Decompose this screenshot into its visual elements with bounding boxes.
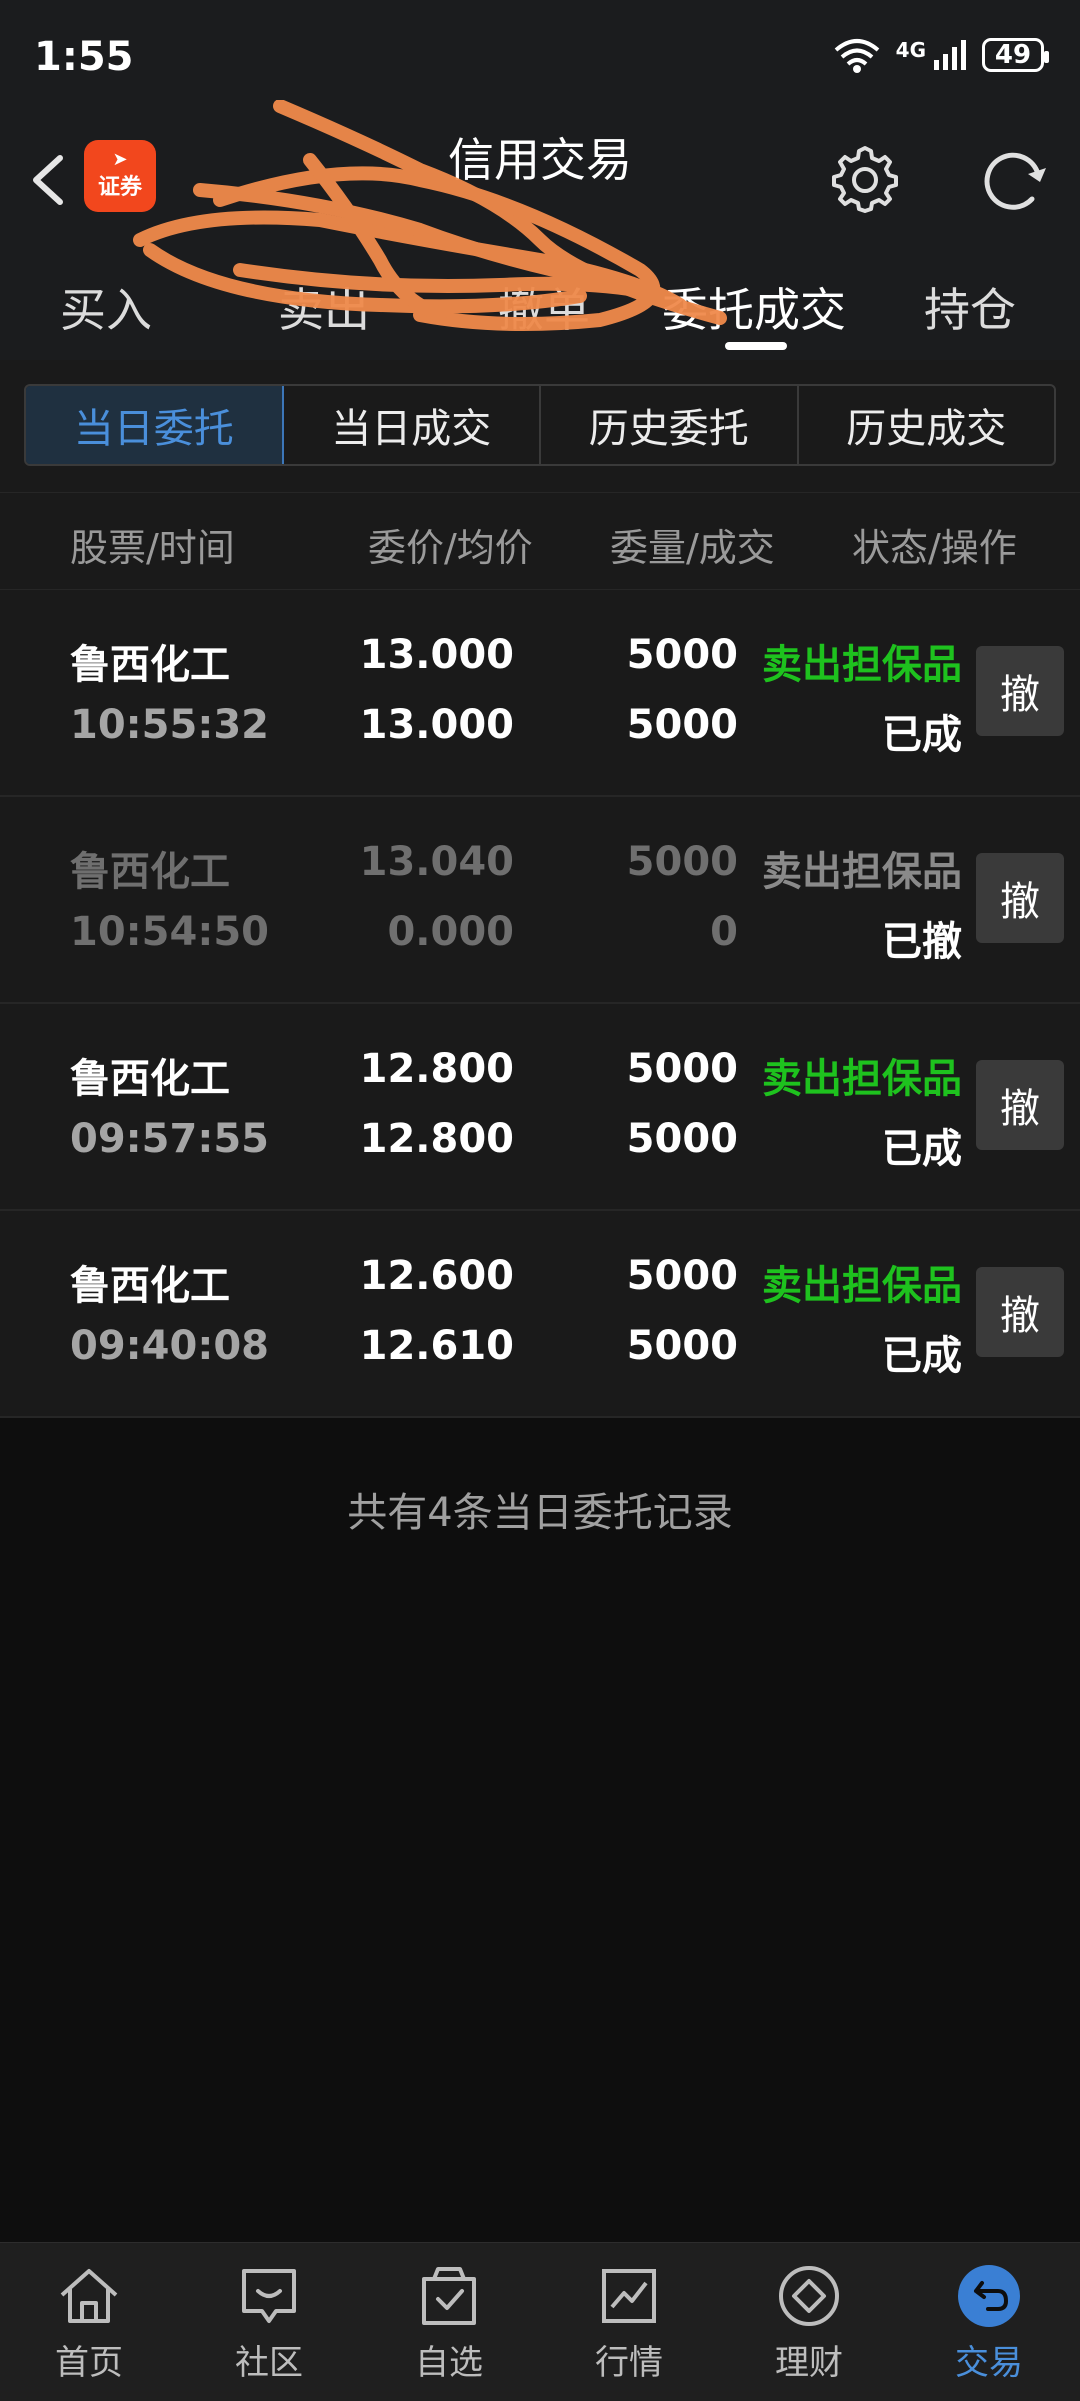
column-status-action: 状态/操作 bbox=[852, 526, 1017, 570]
order-status: 已成 bbox=[882, 1333, 962, 1379]
nav-label: 首页 bbox=[55, 2343, 123, 2383]
top-bar: ➤ 证券 信用交易 bbox=[0, 110, 1080, 250]
segment-today-orders[interactable]: 当日委托 bbox=[26, 386, 284, 464]
nav-label: 社区 bbox=[235, 2343, 303, 2383]
order-price: 12.800 bbox=[359, 1046, 514, 1092]
wealth-diamond-icon bbox=[779, 2266, 839, 2326]
cancel-order-button[interactable]: 撤 bbox=[976, 853, 1064, 943]
tab-sell[interactable]: 卖出 bbox=[278, 274, 370, 340]
gear-icon[interactable] bbox=[830, 144, 900, 214]
tab-orders-trades[interactable]: 委托成交 bbox=[662, 274, 846, 340]
watchlist-bag-icon bbox=[422, 2267, 476, 2325]
battery-indicator: 49 bbox=[982, 38, 1049, 72]
nav-trade[interactable]: 交易 bbox=[924, 2261, 1054, 2384]
average-price: 13.000 bbox=[359, 702, 514, 748]
order-time: 10:55:32 bbox=[70, 702, 269, 748]
table-row[interactable]: 鲁西化工 09:40:08 12.600 12.610 5000 5000 卖出… bbox=[0, 1211, 1080, 1418]
refresh-icon[interactable] bbox=[976, 144, 1052, 214]
order-quantity: 5000 bbox=[626, 1046, 738, 1092]
average-price: 12.800 bbox=[359, 1116, 514, 1162]
column-price-avg: 委价/均价 bbox=[368, 526, 533, 570]
nav-label: 行情 bbox=[595, 2343, 663, 2383]
nav-market[interactable]: 行情 bbox=[564, 2261, 694, 2384]
nav-label: 自选 bbox=[415, 2343, 483, 2383]
signal-icon bbox=[934, 40, 966, 70]
cancel-order-button[interactable]: 撤 bbox=[976, 1060, 1064, 1150]
filled-quantity: 5000 bbox=[626, 1323, 738, 1369]
status-indicators: 4G 49 bbox=[832, 36, 1049, 74]
order-status: 已成 bbox=[882, 1126, 962, 1172]
nav-watchlist[interactable]: 自选 bbox=[384, 2261, 514, 2384]
order-quantity: 5000 bbox=[626, 839, 738, 885]
order-quantity: 5000 bbox=[626, 1253, 738, 1299]
column-stock-time: 股票/时间 bbox=[70, 526, 235, 570]
table-header: 股票/时间 委价/均价 委量/成交 状态/操作 bbox=[0, 492, 1080, 590]
nav-community[interactable]: 社区 bbox=[204, 2261, 334, 2384]
chat-bubble-icon bbox=[242, 2269, 296, 2323]
nav-label: 理财 bbox=[775, 2343, 843, 2383]
order-list: 鲁西化工 10:55:32 13.000 13.000 5000 5000 卖出… bbox=[0, 590, 1080, 1418]
tab-buy[interactable]: 买入 bbox=[60, 274, 152, 340]
status-bar: 1:55 4G 49 bbox=[0, 0, 1080, 110]
trade-tabs: 买入 卖出 撤单 委托成交 持仓 bbox=[0, 250, 1080, 360]
order-time: 10:54:50 bbox=[70, 909, 269, 955]
segmented-control: 当日委托 当日成交 历史委托 历史成交 bbox=[24, 384, 1056, 466]
table-row[interactable]: 鲁西化工 09:57:55 12.800 12.800 5000 5000 卖出… bbox=[0, 1004, 1080, 1211]
filled-quantity: 0 bbox=[710, 909, 738, 955]
filled-quantity: 5000 bbox=[626, 702, 738, 748]
bottom-nav: 首页 社区 自选 行情 理财 交易 bbox=[0, 2242, 1080, 2401]
stock-name: 鲁西化工 bbox=[70, 642, 230, 688]
column-qty-filled: 委量/成交 bbox=[610, 526, 775, 570]
stock-name: 鲁西化工 bbox=[70, 849, 230, 895]
table-row[interactable]: 鲁西化工 10:54:50 13.040 0.000 5000 0 卖出担保品 … bbox=[0, 797, 1080, 1004]
order-price: 13.040 bbox=[359, 839, 514, 885]
average-price: 0.000 bbox=[387, 909, 514, 955]
cancel-order-button[interactable]: 撤 bbox=[976, 646, 1064, 736]
order-status: 已撤 bbox=[882, 919, 962, 965]
segment-history-orders[interactable]: 历史委托 bbox=[541, 386, 799, 464]
order-price: 13.000 bbox=[359, 632, 514, 678]
tab-cancel[interactable]: 撤单 bbox=[498, 274, 590, 340]
table-row[interactable]: 鲁西化工 10:55:32 13.000 13.000 5000 5000 卖出… bbox=[0, 590, 1080, 797]
network-type: 4G bbox=[895, 38, 926, 62]
tab-positions[interactable]: 持仓 bbox=[924, 274, 1016, 340]
active-tab-indicator bbox=[725, 342, 787, 350]
average-price: 12.610 bbox=[359, 1323, 514, 1369]
order-type: 卖出担保品 bbox=[762, 1263, 962, 1309]
status-time: 1:55 bbox=[34, 34, 134, 80]
segment-today-trades[interactable]: 当日成交 bbox=[284, 386, 541, 464]
order-time: 09:40:08 bbox=[70, 1323, 269, 1369]
filled-quantity: 5000 bbox=[626, 1116, 738, 1162]
segment-bar: 当日委托 当日成交 历史委托 历史成交 bbox=[0, 360, 1080, 492]
order-type: 卖出担保品 bbox=[762, 1056, 962, 1102]
record-count-note: 共有4条当日委托记录 bbox=[347, 1490, 733, 1536]
order-quantity: 5000 bbox=[626, 632, 738, 678]
wifi-icon bbox=[834, 39, 879, 73]
order-type: 卖出担保品 bbox=[762, 642, 962, 688]
order-time: 09:57:55 bbox=[70, 1116, 269, 1162]
nav-home[interactable]: 首页 bbox=[24, 2261, 154, 2384]
order-type: 卖出担保品 bbox=[762, 849, 962, 895]
market-chart-icon bbox=[602, 2269, 656, 2323]
stock-name: 鲁西化工 bbox=[70, 1056, 230, 1102]
nav-label: 交易 bbox=[955, 2343, 1023, 2383]
cancel-order-button[interactable]: 撤 bbox=[976, 1267, 1064, 1357]
stock-name: 鲁西化工 bbox=[70, 1263, 230, 1309]
page-title: 信用交易 bbox=[448, 133, 632, 187]
trade-exchange-icon bbox=[958, 2265, 1020, 2327]
home-icon bbox=[60, 2269, 118, 2323]
segment-history-trades[interactable]: 历史成交 bbox=[799, 386, 1055, 464]
nav-wealth[interactable]: 理财 bbox=[744, 2261, 874, 2384]
order-status: 已成 bbox=[882, 712, 962, 758]
order-price: 12.600 bbox=[359, 1253, 514, 1299]
